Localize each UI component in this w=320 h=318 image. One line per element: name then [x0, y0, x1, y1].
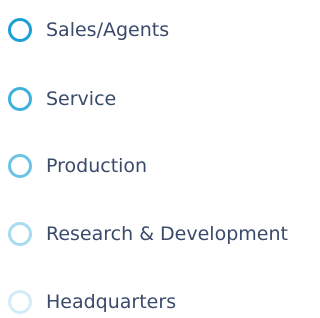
- legend-item-label: Service: [46, 88, 117, 110]
- legend-item-research-development[interactable]: Research & Development: [8, 219, 288, 249]
- legend-item-label: Research & Development: [46, 223, 288, 245]
- legend-item-service[interactable]: Service: [8, 84, 116, 114]
- legend-item-label: Headquarters: [46, 291, 177, 313]
- department-legend: Sales/Agents Service Production Research…: [0, 0, 316, 318]
- circle-icon: [8, 154, 32, 178]
- circle-icon: [8, 222, 32, 246]
- legend-item-label: Sales/Agents: [46, 19, 170, 41]
- circle-icon: [8, 18, 32, 42]
- legend-item-production[interactable]: Production: [8, 151, 147, 181]
- legend-item-headquarters[interactable]: Headquarters: [8, 287, 176, 317]
- circle-icon: [8, 87, 32, 111]
- legend-item-label: Production: [46, 155, 148, 177]
- legend-item-sales-agents[interactable]: Sales/Agents: [8, 15, 169, 45]
- circle-icon: [8, 290, 32, 314]
